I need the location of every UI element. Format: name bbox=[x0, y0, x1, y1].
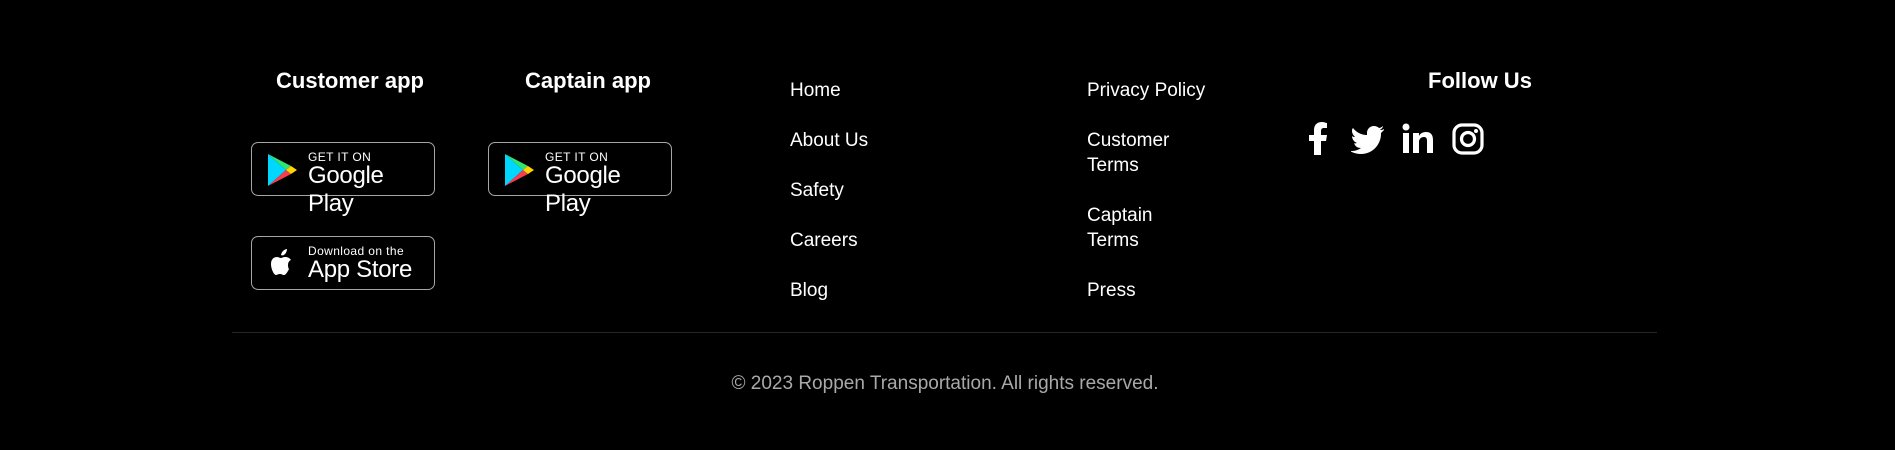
google-play-big-text: Google Play bbox=[308, 162, 384, 217]
linkedin-icon[interactable] bbox=[1401, 122, 1435, 156]
footer-link-captain-terms[interactable]: Captain Terms bbox=[1087, 203, 1153, 253]
customer-google-play-badge[interactable]: GET IT ON Google Play bbox=[251, 142, 435, 217]
footer-link-home[interactable]: Home bbox=[790, 78, 841, 103]
footer-link-privacy-policy[interactable]: Privacy Policy bbox=[1087, 78, 1205, 103]
footer-link-about-us[interactable]: About Us bbox=[790, 128, 868, 153]
follow-us-title: Follow Us bbox=[1428, 68, 1532, 93]
twitter-icon[interactable] bbox=[1351, 122, 1385, 156]
google-play-icon bbox=[505, 154, 534, 186]
copyright-text: © 2023 Roppen Transportation. All rights… bbox=[731, 373, 1159, 394]
footer-divider bbox=[232, 332, 1657, 333]
customer-app-store-badge[interactable]: Download on the App Store bbox=[251, 236, 435, 290]
footer-link-press[interactable]: Press bbox=[1087, 278, 1136, 303]
footer-link-customer-terms[interactable]: Customer Terms bbox=[1087, 128, 1169, 178]
google-play-icon bbox=[268, 154, 297, 186]
apple-icon bbox=[271, 249, 291, 275]
footer-link-blog[interactable]: Blog bbox=[790, 278, 828, 303]
captain-google-play-badge[interactable]: GET IT ON Google Play bbox=[488, 142, 672, 217]
facebook-icon[interactable] bbox=[1302, 122, 1336, 156]
customer-app-title: Customer app bbox=[276, 68, 424, 93]
footer-link-safety[interactable]: Safety bbox=[790, 178, 844, 203]
footer-link-careers[interactable]: Careers bbox=[790, 228, 858, 253]
app-store-big-text: App Store bbox=[308, 256, 413, 283]
instagram-icon[interactable] bbox=[1451, 122, 1485, 156]
captain-app-title: Captain app bbox=[525, 68, 651, 93]
google-play-big-text: Google Play bbox=[545, 162, 621, 217]
